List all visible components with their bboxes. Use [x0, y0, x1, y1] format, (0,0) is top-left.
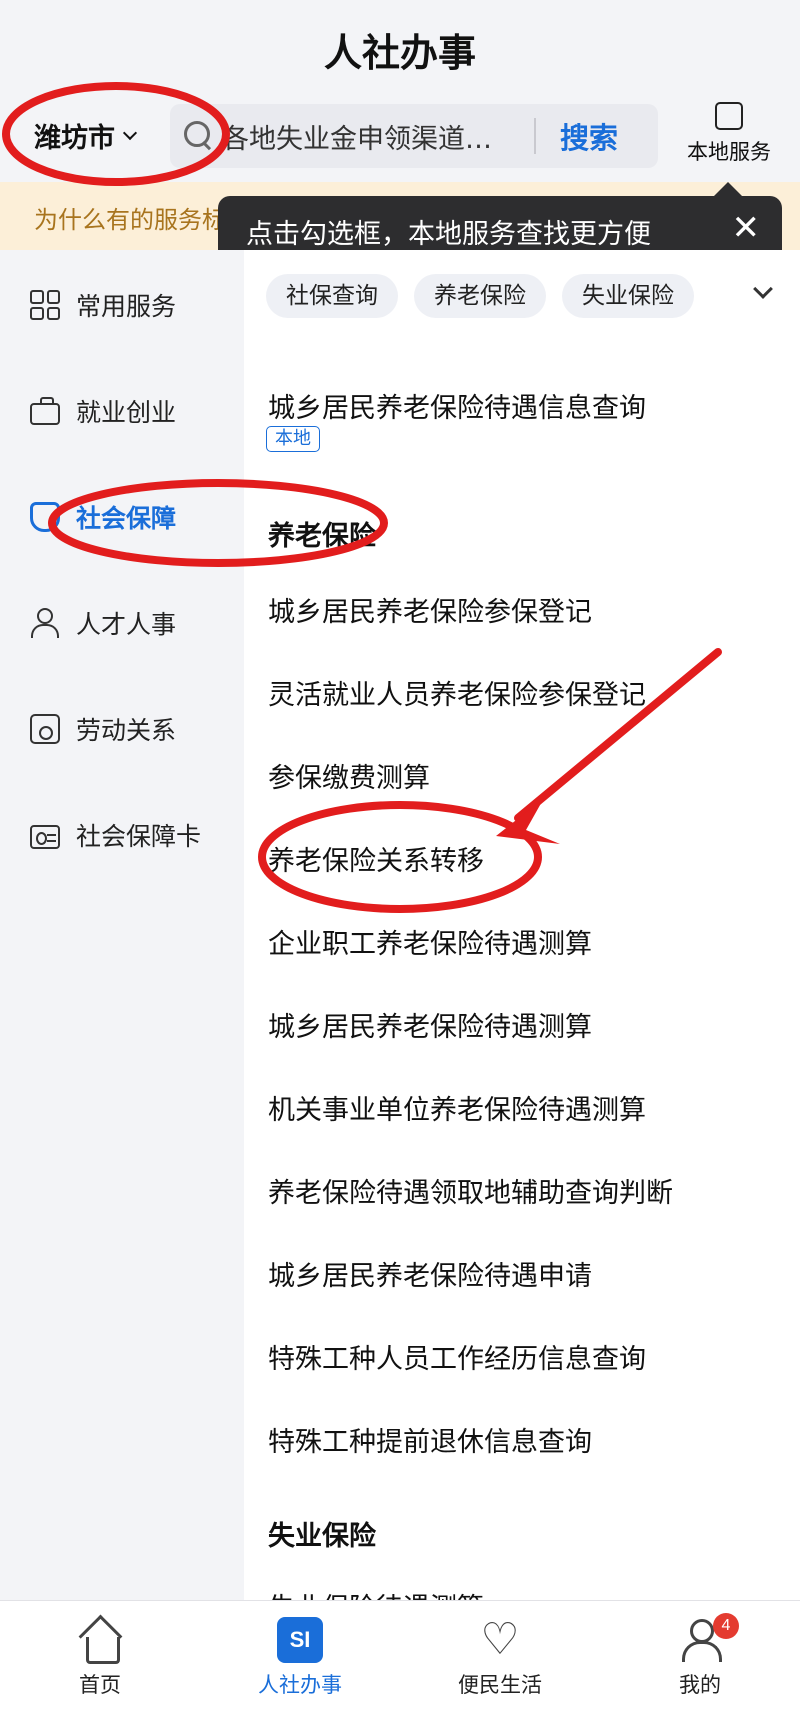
home-icon	[77, 1617, 123, 1664]
chip-social-insurance-query[interactable]: 社保查询	[266, 274, 398, 318]
search-divider	[534, 118, 536, 154]
bottom-tab-bar: 首页 SI 人社办事 便民生活 4 我的	[0, 1600, 800, 1710]
service-item[interactable]: 城乡居民养老保险待遇信息查询	[268, 386, 646, 425]
sidebar-item-employment[interactable]: 就业创业	[30, 386, 176, 436]
service-item[interactable]: 养老保险待遇领取地辅助查询判断	[268, 1171, 673, 1210]
sidebar-item-label: 人才人事	[76, 610, 177, 639]
chip-pension[interactable]: 养老保险	[414, 274, 546, 318]
sidebar-item-label: 社会保障卡	[76, 822, 202, 851]
tab-home[interactable]: 首页	[30, 1617, 170, 1699]
sidebar-item-talent[interactable]: 人才人事	[30, 598, 176, 648]
city-label: 潍坊市	[34, 123, 115, 154]
briefcase-icon	[30, 397, 60, 425]
service-item[interactable]: 参保缴费测算	[268, 756, 430, 795]
chevron-down-icon[interactable]	[753, 279, 773, 299]
sidebar-item-label: 社会保障	[76, 504, 177, 533]
profile-icon: 4	[677, 1613, 739, 1663]
chip-divider	[724, 268, 730, 318]
sidebar-item-labor-relations[interactable]: 劳动关系	[30, 704, 176, 754]
si-icon: SI	[277, 1617, 323, 1663]
service-list-panel: 社保查询 养老保险 失业保险 城乡居民养老保险待遇信息查询 本地 养老保险 城乡…	[244, 250, 800, 1602]
service-item[interactable]: 灵活就业人员养老保险参保登记	[268, 673, 646, 712]
local-service-label: 本地服务	[687, 140, 771, 164]
chevron-down-icon	[122, 125, 138, 140]
service-item[interactable]: 特殊工种提前退休信息查询	[268, 1420, 592, 1459]
tooltip-text: 点击勾选框，本地服务查找更方便	[246, 219, 651, 250]
sidebar-item-label: 劳动关系	[76, 716, 177, 745]
sidebar-item-label: 常用服务	[76, 292, 177, 321]
tab-profile[interactable]: 4 我的	[630, 1613, 770, 1699]
sidebar-item-common-services[interactable]: 常用服务	[30, 280, 176, 330]
search-input[interactable]: 各地失业金申领渠道…	[222, 117, 522, 156]
city-selector[interactable]: 潍坊市	[34, 116, 138, 155]
service-item[interactable]: 城乡居民养老保险参保登记	[268, 590, 592, 629]
tooltip-close-icon[interactable]: ✕	[732, 208, 761, 248]
sidebar-item-label: 就业创业	[76, 398, 177, 427]
checkbox-icon[interactable]	[715, 102, 743, 130]
quick-filter-chips: 社保查询 养老保险 失业保险	[266, 274, 694, 318]
search-bar[interactable]: 各地失业金申领渠道… 搜索	[170, 104, 658, 168]
service-item[interactable]: 特殊工种人员工作经历信息查询	[268, 1337, 646, 1376]
search-icon	[184, 121, 214, 151]
chip-unemployment[interactable]: 失业保险	[562, 274, 694, 318]
header: 人社办事 潍坊市 各地失业金申领渠道… 搜索 本地服务	[0, 0, 800, 180]
notification-badge: 4	[713, 1613, 739, 1639]
service-item[interactable]: 城乡居民养老保险待遇申请	[268, 1254, 592, 1293]
search-button[interactable]: 搜索	[560, 115, 618, 157]
sidebar-item-social-security-card[interactable]: 社会保障卡	[30, 810, 201, 860]
service-item[interactable]: 企业职工养老保险待遇测算	[268, 922, 592, 961]
person-icon	[30, 608, 60, 638]
tab-convenience-life[interactable]: 便民生活	[430, 1617, 570, 1699]
sidebar-item-social-security[interactable]: 社会保障	[30, 492, 176, 542]
heart-hand-icon	[477, 1617, 523, 1663]
labor-icon	[30, 714, 60, 744]
service-item-pension-transfer[interactable]: 养老保险关系转移	[268, 839, 484, 878]
local-service-toggle[interactable]: 本地服务	[674, 102, 784, 166]
id-card-icon	[30, 824, 60, 849]
service-item[interactable]: 城乡居民养老保险待遇测算	[268, 1005, 592, 1044]
grid-icon	[30, 290, 60, 320]
tab-label: 便民生活	[458, 1673, 542, 1697]
section-heading-unemployment: 失业保险	[268, 1521, 376, 1552]
service-item[interactable]: 机关事业单位养老保险待遇测算	[268, 1088, 646, 1127]
page-title: 人社办事	[323, 31, 476, 75]
category-sidebar: 常用服务 就业创业 社会保障 人才人事 劳动关系 社会保障卡	[0, 250, 244, 1602]
tab-label: 人社办事	[258, 1673, 342, 1697]
shield-icon	[30, 502, 60, 532]
local-badge: 本地	[266, 426, 320, 452]
tab-hr-services[interactable]: SI 人社办事	[230, 1617, 370, 1699]
tab-label: 首页	[79, 1673, 121, 1697]
tab-label: 我的	[679, 1673, 721, 1697]
section-heading-pension: 养老保险	[268, 521, 376, 552]
